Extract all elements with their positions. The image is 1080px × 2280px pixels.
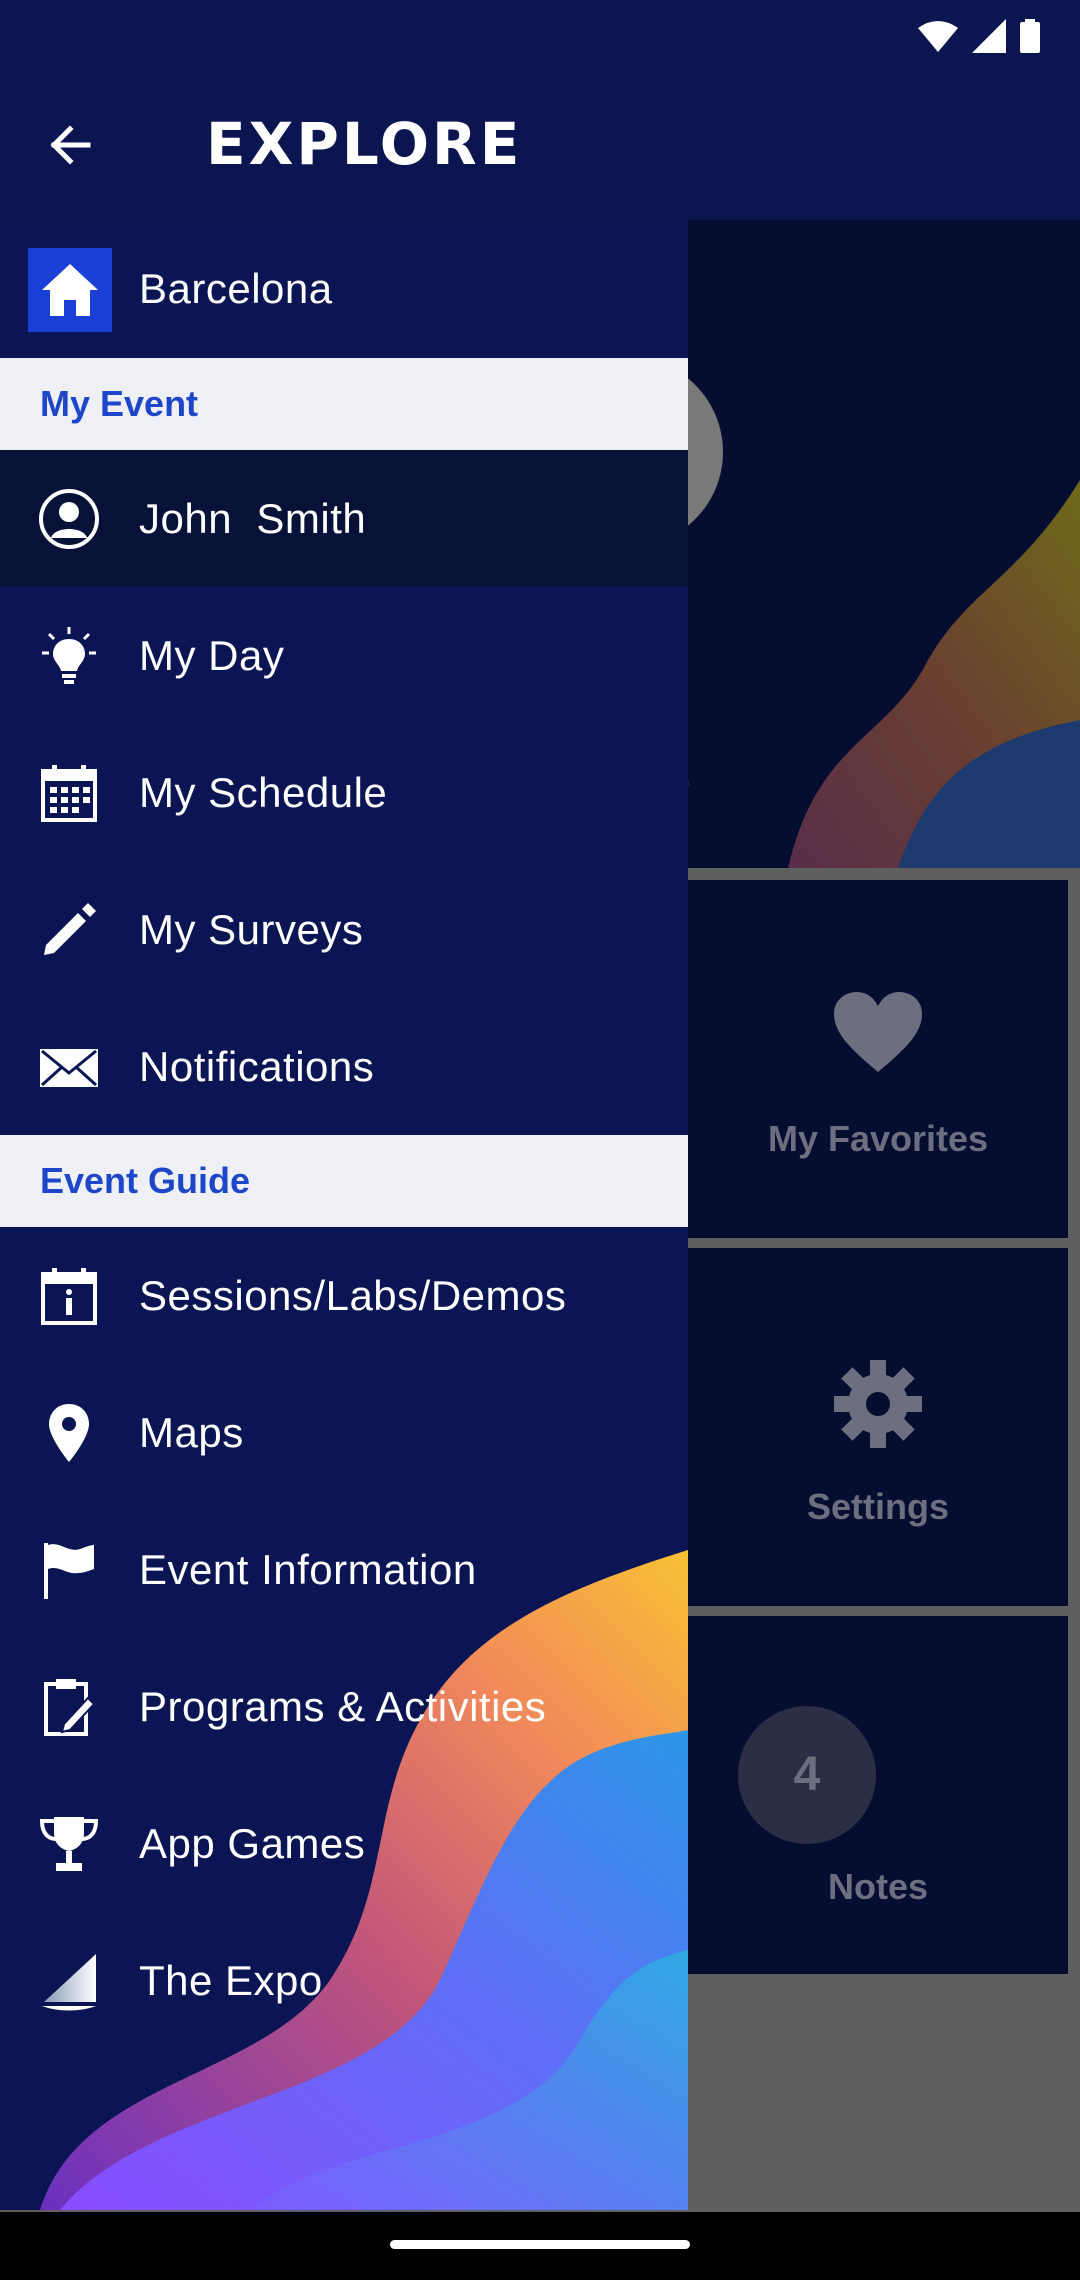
menu-item-label: Event Information xyxy=(139,1546,477,1593)
favorites-tile[interactable]: My Favorites xyxy=(688,880,1068,1238)
notes-count-badge: 4 xyxy=(738,1706,876,1844)
user-avatar-icon xyxy=(39,489,99,549)
battery-icon xyxy=(1020,19,1040,53)
hero-partial-subtext: e xyxy=(688,760,690,805)
notes-tile[interactable]: 4 Notes xyxy=(688,1616,1068,1974)
profile-item[interactable]: John Smith xyxy=(0,450,688,587)
menu-item-label: Programs & Activities xyxy=(139,1683,547,1730)
system-navigation-bar xyxy=(0,2212,1080,2280)
profile-name: John Smith xyxy=(139,495,367,542)
menu-item-my-schedule[interactable]: My Schedule xyxy=(0,724,688,861)
favorites-label: My Favorites xyxy=(767,1118,989,1159)
section-header-my-event: My Event xyxy=(0,358,688,450)
home-location-item[interactable]: Barcelona xyxy=(0,220,688,358)
flag-icon xyxy=(44,1543,94,1599)
menu-item-sessions[interactable]: Sessions/Labs/Demos xyxy=(0,1227,688,1364)
notes-label: Notes xyxy=(827,1866,929,1907)
menu-item-app-games[interactable]: App Games xyxy=(0,1775,688,1912)
menu-item-my-day[interactable]: My Day xyxy=(0,587,688,724)
menu-item-label: Maps xyxy=(139,1409,244,1456)
menu-item-label: My Surveys xyxy=(139,906,364,953)
app-bar: EXPLORE xyxy=(0,0,1080,220)
gear-icon xyxy=(834,1360,922,1448)
dashboard-background: n e My Favorites Settings 4 Notes xyxy=(688,220,1080,2210)
app-logo: EXPLORE xyxy=(206,110,523,178)
envelope-icon xyxy=(40,1049,98,1087)
navigation-drawer: Barcelona My Event John Smith My Day My … xyxy=(0,220,688,2210)
settings-label: Settings xyxy=(806,1486,949,1527)
menu-item-label: Sessions/Labs/Demos xyxy=(139,1272,567,1319)
house-icon xyxy=(28,248,112,332)
menu-item-label: App Games xyxy=(139,1820,366,1867)
trophy-icon xyxy=(39,1817,99,1871)
lightbulb-icon xyxy=(42,627,96,684)
menu-item-notifications[interactable]: Notifications xyxy=(0,998,688,1135)
calendar-info-icon xyxy=(41,1268,97,1325)
calendar-icon xyxy=(41,765,97,822)
menu-item-label: My Day xyxy=(139,632,285,679)
menu-item-label: The Expo xyxy=(139,1957,323,2004)
menu-item-programs[interactable]: Programs & Activities xyxy=(0,1638,688,1775)
map-pin-icon xyxy=(49,1404,89,1462)
menu-item-the-expo[interactable]: The Expo xyxy=(0,1912,688,2049)
expo-sail-icon xyxy=(42,1954,96,2011)
signal-icon xyxy=(972,19,1006,53)
clipboard-edit-icon xyxy=(44,1679,96,1736)
menu-item-event-information[interactable]: Event Information xyxy=(0,1501,688,1638)
menu-item-maps[interactable]: Maps xyxy=(0,1364,688,1501)
heart-icon xyxy=(834,992,922,1072)
wifi-icon xyxy=(918,21,958,52)
menu-item-label: My Schedule xyxy=(139,769,388,816)
settings-tile[interactable]: Settings xyxy=(688,1248,1068,1606)
back-arrow-icon[interactable] xyxy=(40,110,110,180)
menu-item-label: Notifications xyxy=(139,1043,375,1090)
menu-item-my-surveys[interactable]: My Surveys xyxy=(0,861,688,998)
pencil-icon xyxy=(44,903,96,955)
home-location-label: Barcelona xyxy=(139,265,333,312)
dashboard-hero: n e xyxy=(688,220,1080,868)
status-bar xyxy=(918,16,1040,56)
home-gesture-handle[interactable] xyxy=(390,2240,690,2249)
section-header-event-guide: Event Guide xyxy=(0,1135,688,1227)
